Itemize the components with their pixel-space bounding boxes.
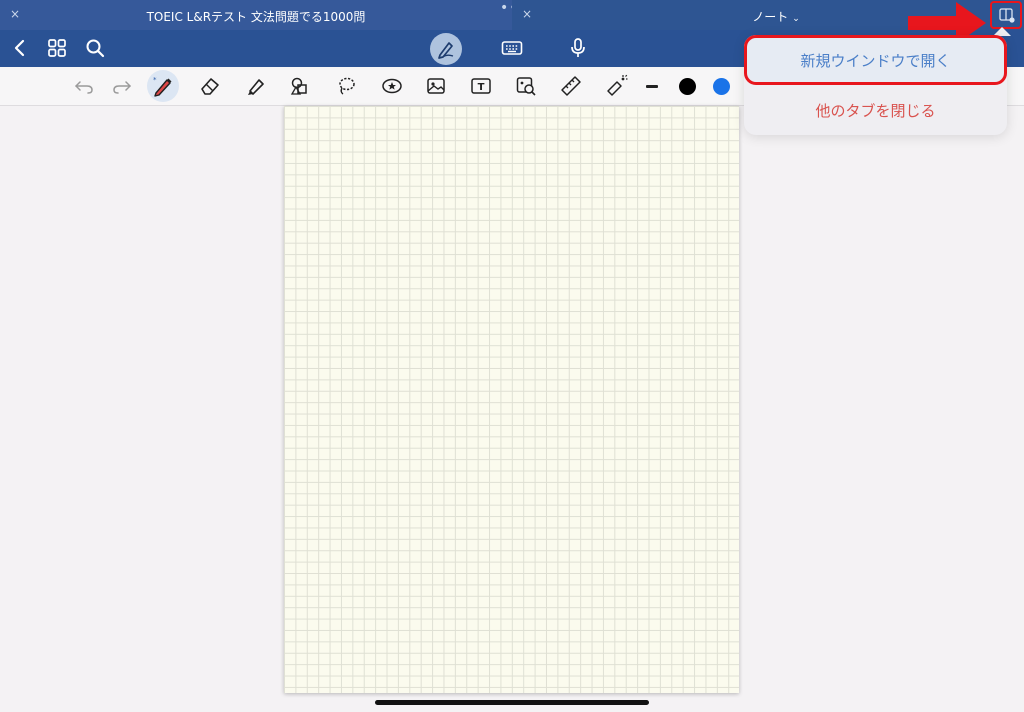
shapes-icon[interactable]: [288, 74, 312, 98]
tab-title-text: ノート: [752, 10, 789, 24]
svg-text:T: T: [478, 82, 485, 93]
split-view-icon: [999, 8, 1015, 23]
chevron-down-icon[interactable]: ⌄: [792, 14, 800, 24]
text-box-icon[interactable]: T: [469, 74, 493, 98]
blue-color-swatch[interactable]: [713, 78, 730, 95]
black-color-swatch[interactable]: [679, 78, 696, 95]
stroke-width-swatch[interactable]: [646, 85, 658, 88]
microphone-icon[interactable]: [566, 36, 590, 60]
tab-book[interactable]: × TOEIC L&Rテスト 文法問題でる1000問 •••: [0, 0, 527, 30]
laser-pointer-icon[interactable]: [604, 74, 628, 98]
home-indicator: [375, 700, 649, 705]
svg-text:*: *: [153, 76, 157, 84]
lasso-icon[interactable]: [334, 74, 358, 98]
ruler-icon[interactable]: [559, 74, 583, 98]
tab-bar: × TOEIC L&Rテスト 文法問題でる1000問 ••• × ノート⌄: [0, 0, 1024, 30]
pen-mode-icon: [438, 42, 454, 59]
tab-title: TOEIC L&Rテスト 文法問題でる1000問: [146, 10, 366, 24]
split-view-menu: 新規ウインドウで開く 他のタブを閉じる: [744, 35, 1007, 135]
pen-tool-button[interactable]: *: [147, 70, 179, 102]
back-icon[interactable]: [8, 36, 32, 60]
undo-icon[interactable]: [72, 74, 96, 98]
note-page[interactable]: [284, 106, 739, 693]
close-other-tabs-menu-item[interactable]: 他のタブを閉じる: [744, 85, 1007, 135]
sticker-icon[interactable]: [380, 74, 404, 98]
keyboard-icon[interactable]: [500, 36, 524, 60]
image-search-icon[interactable]: [514, 74, 538, 98]
redo-icon[interactable]: [110, 74, 134, 98]
open-new-window-menu-item[interactable]: 新規ウインドウで開く: [744, 35, 1007, 85]
split-view-button[interactable]: [990, 1, 1022, 29]
search-icon[interactable]: [83, 36, 107, 60]
image-icon[interactable]: [424, 74, 448, 98]
highlighter-icon[interactable]: [244, 74, 268, 98]
pen-mode-button[interactable]: [430, 33, 462, 65]
pen-icon: *: [153, 76, 172, 97]
grid-icon[interactable]: [45, 36, 69, 60]
eraser-icon[interactable]: [198, 74, 222, 98]
